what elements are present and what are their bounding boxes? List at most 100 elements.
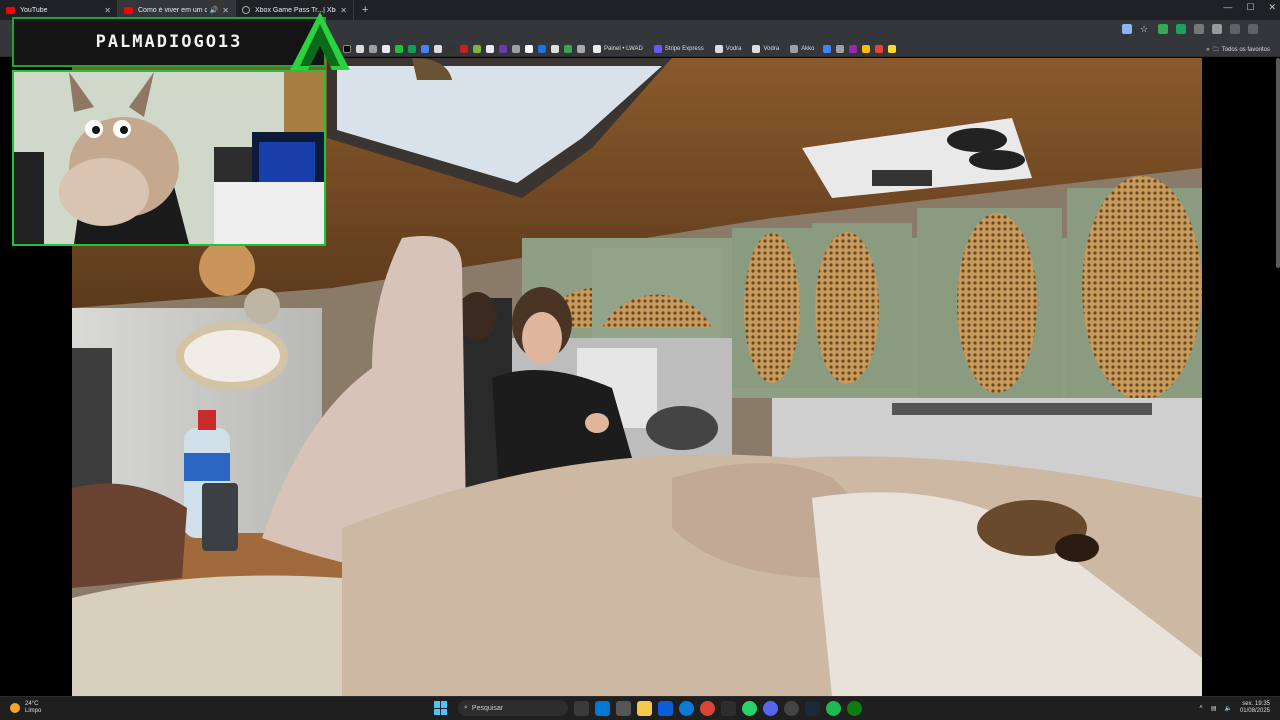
bookmark-icon[interactable] bbox=[447, 45, 455, 53]
bookmark-icon[interactable] bbox=[551, 45, 559, 53]
webcam-image bbox=[14, 72, 324, 244]
youtube-icon bbox=[124, 6, 133, 14]
bookmark-icon[interactable] bbox=[395, 45, 403, 53]
toolbar-icons: ☆ bbox=[1122, 24, 1258, 34]
spotify-icon[interactable] bbox=[826, 700, 841, 716]
windows-start-icon[interactable] bbox=[434, 701, 448, 715]
bookmark-icon[interactable] bbox=[408, 45, 416, 53]
copilot-icon[interactable] bbox=[595, 700, 610, 716]
bookmark-icon[interactable] bbox=[460, 45, 468, 53]
bookmark-icon[interactable] bbox=[538, 45, 546, 53]
bookmark-icon[interactable] bbox=[564, 45, 572, 53]
settings-icon[interactable] bbox=[784, 700, 799, 716]
taskbar-apps: ⌕ Pesquisar bbox=[434, 700, 862, 716]
bookmark-painel[interactable]: Painel • LWAD bbox=[593, 45, 643, 53]
new-tab-button[interactable]: + bbox=[362, 4, 368, 16]
screen: YouTube ✕ Como é viver em um carro 🔊 ✕ X… bbox=[0, 0, 1280, 720]
minimize-icon[interactable]: — bbox=[1223, 2, 1232, 13]
bookmark-icon[interactable] bbox=[473, 45, 481, 53]
bookmark-label: Vodra bbox=[725, 46, 742, 52]
bookmark-icon[interactable] bbox=[822, 45, 831, 53]
xbox-app-icon[interactable] bbox=[721, 700, 736, 716]
folder-label: Todos os favoritos bbox=[1221, 46, 1270, 53]
bookmark-vodra[interactable]: Vodra bbox=[714, 45, 742, 53]
extension-icon[interactable] bbox=[1194, 24, 1204, 34]
bookmark-label: Painel • LWAD bbox=[604, 46, 643, 52]
time: 19:35 bbox=[1254, 701, 1270, 707]
bookmark-icon[interactable] bbox=[434, 45, 442, 53]
xbox-icon[interactable] bbox=[847, 700, 862, 716]
search-placeholder: Pesquisar bbox=[471, 704, 504, 712]
network-icon[interactable]: ▤ bbox=[1211, 705, 1217, 712]
star-icon[interactable]: ☆ bbox=[1140, 24, 1150, 34]
bookmark-icon[interactable] bbox=[512, 45, 520, 53]
clock[interactable]: sex. 19:35 01/08/2025 bbox=[1240, 701, 1270, 715]
discord-icon[interactable] bbox=[763, 700, 778, 716]
date: 01/08/2025 bbox=[1239, 708, 1270, 714]
bookmark-icon[interactable] bbox=[525, 45, 533, 53]
bookmark-icon bbox=[714, 45, 723, 53]
bookmark-akko[interactable]: Akko bbox=[790, 45, 815, 53]
chrome-icon[interactable] bbox=[700, 700, 715, 716]
weather-temp: 24°C bbox=[25, 701, 39, 707]
bookmark-icon[interactable] bbox=[382, 45, 390, 53]
stripe-icon bbox=[653, 45, 662, 53]
page-scrollbar[interactable] bbox=[1276, 58, 1280, 268]
whatsapp-icon[interactable] bbox=[742, 700, 757, 716]
bookmark-icon[interactable] bbox=[486, 45, 494, 53]
volume-icon[interactable]: 🔈 bbox=[1224, 705, 1231, 712]
puzzle-icon[interactable] bbox=[1212, 24, 1222, 34]
bookmark-label: Stripe Express bbox=[664, 46, 704, 52]
streamer-name-plate: PALMADIOGO13 bbox=[12, 17, 326, 67]
all-bookmarks-folder[interactable]: » 🗀 Todos os favoritos bbox=[1206, 42, 1270, 57]
bookmark-icon[interactable] bbox=[835, 45, 844, 53]
profile-icon[interactable] bbox=[1230, 24, 1240, 34]
bookmark-icon[interactable] bbox=[848, 45, 857, 53]
extension-icon[interactable] bbox=[1158, 24, 1168, 34]
bookmark-stripe[interactable]: Stripe Express bbox=[653, 45, 704, 53]
bookmark-label: Akko bbox=[801, 46, 815, 52]
globe-icon bbox=[242, 6, 250, 14]
close-icon[interactable]: ✕ bbox=[104, 6, 111, 15]
bookmark-icon[interactable] bbox=[499, 45, 507, 53]
task-view-icon[interactable] bbox=[574, 700, 589, 716]
bookmark-icon[interactable] bbox=[421, 45, 429, 53]
menu-icon[interactable] bbox=[1248, 24, 1258, 34]
app-icon[interactable] bbox=[658, 700, 673, 716]
chevron-up-icon[interactable]: ˄ bbox=[1199, 705, 1203, 711]
bookmark-icon[interactable] bbox=[577, 45, 585, 53]
weather-widget[interactable]: 24°C Limpo bbox=[10, 701, 41, 715]
bookmark-icon[interactable] bbox=[887, 45, 896, 53]
extension-icon[interactable] bbox=[1176, 24, 1186, 34]
bookmark-icon[interactable] bbox=[861, 45, 870, 53]
bookmark-icon[interactable] bbox=[356, 45, 364, 53]
store-icon[interactable] bbox=[616, 700, 631, 716]
tab-title: Como é viver em um carro bbox=[138, 6, 207, 14]
taskbar-search[interactable]: ⌕ Pesquisar bbox=[458, 700, 568, 716]
search-icon: ⌕ bbox=[464, 704, 468, 711]
install-icon[interactable] bbox=[1122, 24, 1132, 34]
steam-icon[interactable] bbox=[805, 700, 820, 716]
close-window-icon[interactable]: ✕ bbox=[1268, 2, 1276, 13]
webcam-feed bbox=[12, 70, 326, 246]
maximize-icon[interactable]: ☐ bbox=[1246, 2, 1254, 13]
system-tray: ˄ ▤ 🔈 sex. 19:35 01/08/2025 bbox=[1199, 701, 1270, 715]
bookmark-icon[interactable] bbox=[369, 45, 377, 53]
bookmark-icon[interactable] bbox=[874, 45, 883, 53]
streamer-name: PALMADIOGO13 bbox=[95, 32, 243, 52]
bookmark-vodra-2[interactable]: Vodra bbox=[752, 45, 779, 53]
weather-desc: Limpo bbox=[25, 708, 42, 714]
youtube-icon bbox=[6, 6, 15, 14]
file-explorer-icon[interactable] bbox=[637, 700, 652, 716]
window-controls: — ☐ ✕ bbox=[1223, 2, 1276, 13]
bookmark-icon bbox=[790, 45, 799, 53]
bookmark-icon bbox=[593, 45, 601, 53]
folder-icon: 🗀 bbox=[1212, 46, 1219, 53]
edge-icon[interactable] bbox=[679, 700, 694, 716]
taskbar: 24°C Limpo ⌕ Pesquisar ˄ ▤ 🔈 sex. 19:35 … bbox=[0, 696, 1280, 720]
sun-icon bbox=[10, 703, 20, 713]
tab-title: YouTube bbox=[20, 6, 48, 14]
close-icon[interactable]: ✕ bbox=[222, 6, 229, 15]
streamer-logo bbox=[290, 12, 350, 70]
speaker-icon[interactable]: 🔊 bbox=[210, 6, 219, 14]
